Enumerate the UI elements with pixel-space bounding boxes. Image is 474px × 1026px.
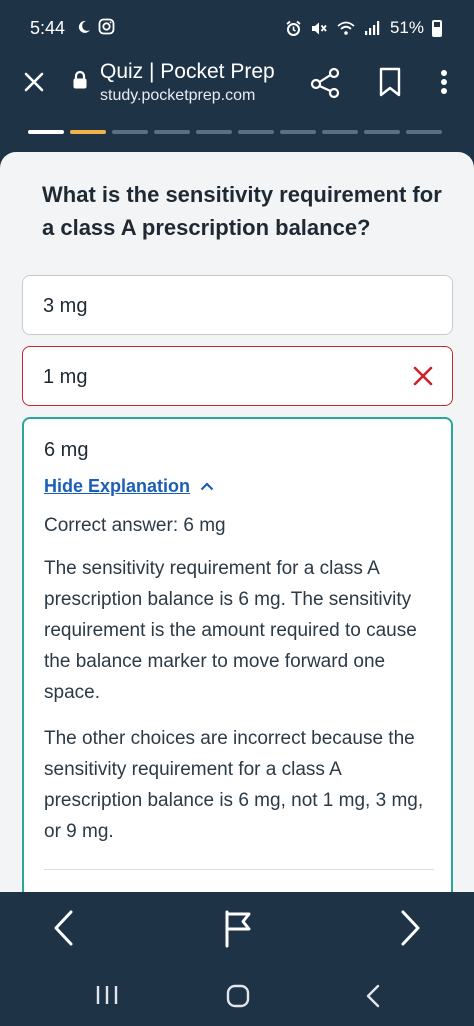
back-button[interactable]: [360, 982, 388, 1010]
browser-toolbar: Quiz | Pocket Prep study.pocketprep.com: [0, 52, 474, 118]
progress-segment: [364, 130, 400, 134]
explanation-paragraph: The sensitivity requirement for a class …: [44, 558, 417, 703]
progress-segment: [196, 130, 232, 134]
system-navigation-bar: [0, 964, 474, 1026]
explanation-paragraph: The other choices are incorrect because …: [44, 728, 424, 842]
hide-explanation-link[interactable]: Hide Explanation: [44, 476, 214, 497]
answer-option-1mg[interactable]: 1 mg: [22, 346, 453, 406]
page-url: study.pocketprep.com: [100, 87, 256, 104]
instagram-icon: [98, 18, 115, 35]
answer-label: 3 mg: [43, 295, 88, 317]
signal-icon: [364, 21, 380, 35]
progress-segment: [112, 130, 148, 134]
flag-icon: [225, 910, 251, 948]
answer-label: 6 mg: [44, 439, 89, 461]
progress-segment: [70, 130, 106, 134]
answer-label: 1 mg: [43, 366, 88, 388]
flag-question-button[interactable]: [218, 906, 258, 950]
status-time: 5:44: [30, 18, 66, 38]
divider: [44, 869, 434, 870]
recent-apps-button[interactable]: [92, 984, 122, 1006]
home-icon: [226, 984, 250, 1008]
progress-segment: [280, 130, 316, 134]
progress-segment: [154, 130, 190, 134]
progress-segment: [238, 130, 274, 134]
progress-segment: [406, 130, 442, 134]
home-button[interactable]: [224, 982, 252, 1010]
chevron-up-icon: [200, 482, 214, 491]
share-icon: [310, 67, 340, 99]
more-options-button[interactable]: [430, 64, 458, 100]
status-bar: 5:44 51%: [0, 0, 474, 52]
incorrect-x-icon: [413, 366, 433, 386]
progress-segment: [322, 130, 358, 134]
question-progress: [28, 130, 442, 134]
more-vertical-icon: [441, 70, 447, 94]
previous-question-button[interactable]: [44, 906, 84, 950]
next-question-button[interactable]: [390, 906, 430, 950]
chevron-left-icon: [54, 910, 73, 946]
mute-icon: [311, 22, 327, 34]
share-button[interactable]: [308, 64, 344, 100]
battery-percent: 51%: [389, 18, 424, 37]
bookmark-button[interactable]: [372, 64, 408, 100]
page-title: Quiz | Pocket Prep: [100, 60, 275, 83]
back-icon: [366, 984, 380, 1008]
answer-option-3mg[interactable]: 3 mg: [22, 275, 453, 335]
chevron-right-icon: [401, 910, 420, 946]
progress-segment: [28, 130, 64, 134]
close-button[interactable]: [14, 62, 54, 102]
lock-icon: [73, 70, 87, 89]
wifi-icon: [337, 21, 355, 35]
question-text: What is the sensitivity requirement for …: [42, 182, 442, 240]
close-icon: [24, 72, 44, 92]
quiz-navigation-bar: [0, 892, 474, 964]
correct-answer-text: Correct answer: 6 mg: [44, 515, 226, 536]
battery-icon: [432, 19, 442, 37]
answer-option-6mg[interactable]: 6 mg Hide Explanation Correct answer: 6 …: [22, 417, 453, 897]
alarm-icon: [286, 20, 301, 36]
moon-icon: [78, 20, 90, 33]
bookmark-icon: [379, 67, 401, 97]
hide-explanation-label: Hide Explanation: [44, 476, 191, 496]
recent-apps-icon: [96, 986, 118, 1004]
